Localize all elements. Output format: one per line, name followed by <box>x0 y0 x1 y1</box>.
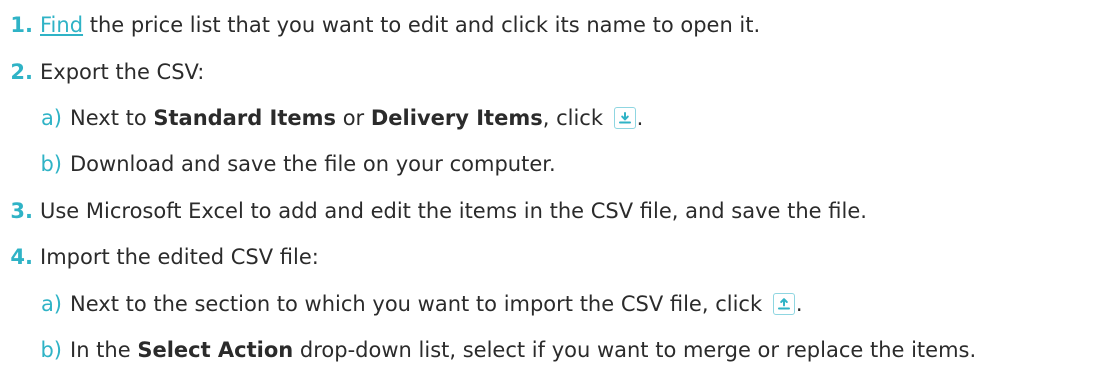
step-1: 1. Find the price list that you want to … <box>0 10 760 40</box>
find-link[interactable]: Find <box>40 10 83 40</box>
step-number: 1. <box>10 13 33 37</box>
step-number: 3. <box>10 199 33 223</box>
substep-text: Next to the section to which you want to… <box>70 292 769 316</box>
substep-2a: a) Next to Standard Items or Delivery It… <box>0 103 643 133</box>
step-number: 4. <box>10 245 33 269</box>
substep-letter: a) <box>40 106 62 130</box>
substep-4a: a) Next to the section to which you want… <box>0 289 803 319</box>
substep-2b: b) Download and save the file on your co… <box>0 149 556 179</box>
download-icon[interactable] <box>613 107 636 129</box>
step-number: 2. <box>10 60 33 84</box>
upload-icon[interactable] <box>772 293 795 315</box>
step-text: Import the edited CSV file: <box>40 245 319 269</box>
delivery-items-label: Delivery Items <box>370 106 543 130</box>
substep-text: drop-down list, select if you want to me… <box>293 338 977 362</box>
step-2: 2. Export the CSV: <box>0 57 204 87</box>
step-text: the price list that you want to edit and… <box>83 13 761 37</box>
substep-letter: a) <box>40 292 62 316</box>
substep-4b: b) In the Select Action drop-down list, … <box>0 335 976 365</box>
substep-text: or <box>336 106 371 130</box>
step-text: Export the CSV: <box>40 60 205 84</box>
step-text: Use Microsoft Excel to add and edit the … <box>40 199 867 223</box>
substep-end: . <box>795 292 803 316</box>
substep-letter: b) <box>40 152 62 176</box>
substep-text: Download and save the file on your compu… <box>70 152 556 176</box>
substep-text: Next to <box>70 106 154 130</box>
step-4: 4. Import the edited CSV file: <box>0 242 319 272</box>
standard-items-label: Standard Items <box>153 106 337 130</box>
substep-end: . <box>636 106 644 130</box>
substep-text: , click <box>542 106 610 130</box>
step-3: 3. Use Microsoft Excel to add and edit t… <box>0 196 867 226</box>
substep-text: In the <box>70 338 138 362</box>
substep-letter: b) <box>40 338 62 362</box>
select-action-label: Select Action <box>137 338 294 362</box>
